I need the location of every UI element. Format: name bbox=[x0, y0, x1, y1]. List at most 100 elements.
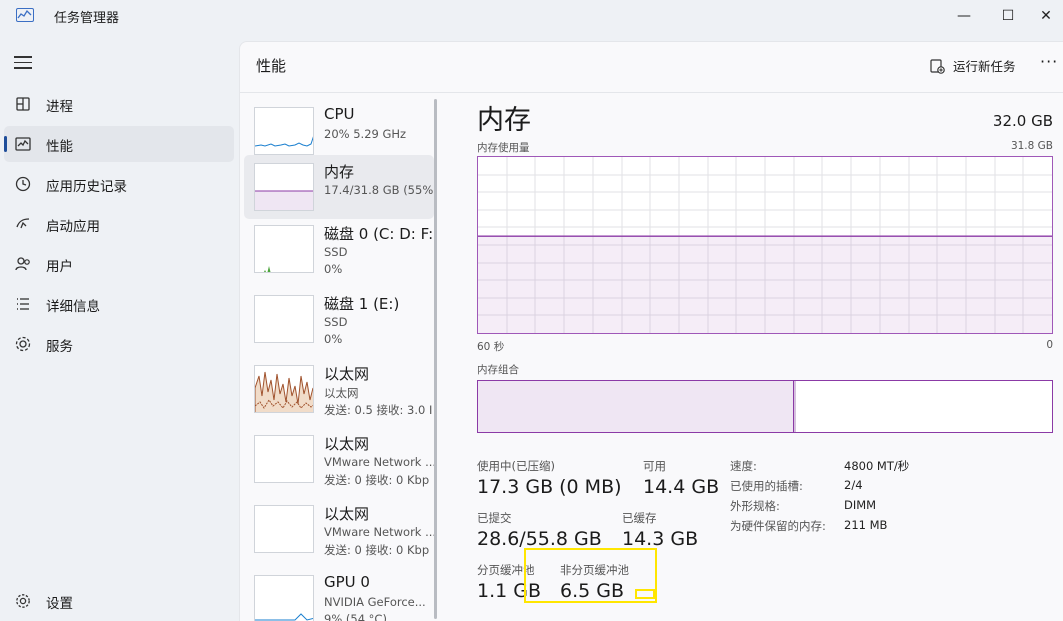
device-name: 以太网 bbox=[324, 435, 370, 453]
slots-label: 已使用的插槽: bbox=[730, 479, 803, 493]
device-name: 以太网 bbox=[324, 365, 370, 383]
nav-item-details[interactable]: 详细信息 bbox=[4, 286, 234, 322]
device-usage: 0% bbox=[324, 332, 343, 346]
memory-total: 32.0 GB bbox=[992, 112, 1053, 130]
speed-label: 速度: bbox=[730, 459, 757, 473]
ethernet-mini-graph bbox=[254, 505, 314, 553]
available-value: 14.4 GB bbox=[643, 476, 720, 498]
device-model: NVIDIA GeForce... bbox=[324, 595, 426, 609]
device-type: SSD bbox=[324, 315, 348, 329]
device-usage: 9% (54 °C) bbox=[324, 612, 387, 621]
device-ethernet-1[interactable]: 以太网 以太网 发送: 0.5 接收: 3.0 I bbox=[244, 357, 434, 421]
nav-label: 详细信息 bbox=[46, 299, 100, 315]
device-adapter: VMware Network ... bbox=[324, 525, 436, 539]
minimize-button[interactable]: — bbox=[941, 0, 987, 32]
nav-item-processes[interactable]: 进程 bbox=[4, 86, 234, 122]
nav-item-startup-apps[interactable]: 启动应用 bbox=[4, 206, 234, 242]
hamburger-menu-icon[interactable] bbox=[14, 56, 32, 70]
nav-label: 性能 bbox=[46, 139, 73, 155]
device-gpu-0[interactable]: GPU 0 NVIDIA GeForce... 9% (54 °C) bbox=[244, 567, 434, 621]
title-bar: 任务管理器 — ☐ ✕ bbox=[0, 0, 1063, 32]
device-name: GPU 0 bbox=[324, 573, 370, 591]
highlight-box-small bbox=[635, 589, 655, 599]
ethernet-mini-graph bbox=[254, 435, 314, 483]
gpu-mini-graph bbox=[254, 575, 314, 621]
slots-value: 2/4 bbox=[844, 478, 863, 492]
page-title: 性能 bbox=[256, 57, 287, 75]
nav-item-users[interactable]: 用户 bbox=[4, 246, 234, 282]
memory-usage-chart bbox=[478, 157, 1052, 333]
nav-label: 用户 bbox=[46, 259, 73, 275]
disk-0-mini-graph bbox=[254, 225, 314, 273]
run-new-task-label: 运行新任务 bbox=[953, 59, 1016, 74]
performance-icon bbox=[15, 137, 31, 151]
device-ethernet-2[interactable]: 以太网 VMware Network ... 发送: 0 接收: 0 Kbp bbox=[244, 427, 436, 491]
history-icon bbox=[15, 176, 31, 192]
nav-item-services[interactable]: 服务 bbox=[4, 326, 234, 362]
settings-label: 设置 bbox=[46, 596, 73, 612]
time-axis-start: 60 秒 bbox=[477, 341, 505, 353]
composition-in-use bbox=[478, 381, 794, 432]
device-ethernet-3[interactable]: 以太网 VMware Network ... 发送: 0 接收: 0 Kbp bbox=[244, 497, 436, 561]
detail-title: 内存 bbox=[477, 105, 531, 136]
device-usage: 0% bbox=[324, 262, 343, 276]
task-manager-icon bbox=[16, 8, 34, 22]
memory-usage-max: 31.8 GB bbox=[1010, 140, 1053, 152]
nav-label: 服务 bbox=[46, 339, 73, 355]
form-factor-label: 外形规格: bbox=[730, 499, 780, 513]
nav-item-app-history[interactable]: 应用历史记录 bbox=[4, 166, 234, 202]
new-task-icon bbox=[930, 58, 945, 74]
active-indicator bbox=[4, 136, 7, 152]
device-name: 磁盘 0 (C: D: F: bbox=[324, 225, 434, 243]
details-icon bbox=[17, 298, 29, 310]
close-button[interactable]: ✕ bbox=[1029, 0, 1063, 32]
processes-icon bbox=[16, 97, 30, 111]
memory-usage-area bbox=[478, 236, 1052, 333]
nav-item-performance[interactable]: 性能 bbox=[4, 126, 234, 162]
in-use-label: 使用中(已压缩) bbox=[477, 459, 555, 473]
committed-label: 已提交 bbox=[477, 511, 512, 525]
device-detail: 20% 5.29 GHz bbox=[324, 127, 407, 141]
app-title: 任务管理器 bbox=[54, 11, 120, 26]
device-list-scrollbar[interactable] bbox=[434, 99, 437, 619]
performance-panel: 性能 运行新任务 ··· CPU 20% 5.29 GHz 内存 17.4/31… bbox=[239, 41, 1063, 621]
nav-label: 进程 bbox=[46, 99, 73, 115]
device-throughput: 发送: 0.5 接收: 3.0 I bbox=[324, 403, 433, 417]
memory-composition-bar bbox=[477, 380, 1053, 433]
cpu-mini-graph bbox=[254, 107, 314, 155]
device-detail: 17.4/31.8 GB (55%) bbox=[324, 183, 436, 197]
time-axis-end: 0 bbox=[1046, 339, 1053, 351]
memory-usage-graph bbox=[477, 156, 1053, 334]
nav-label: 启动应用 bbox=[46, 219, 100, 235]
in-use-value: 17.3 GB (0 MB) bbox=[477, 476, 622, 498]
hardware-reserved-label: 为硬件保留的内存: bbox=[730, 519, 826, 533]
device-adapter: VMware Network ... bbox=[324, 455, 436, 469]
form-factor-value: DIMM bbox=[844, 498, 877, 512]
device-cpu[interactable]: CPU 20% 5.29 GHz bbox=[244, 99, 434, 163]
startup-icon bbox=[16, 218, 30, 229]
maximize-button[interactable]: ☐ bbox=[985, 0, 1031, 32]
ethernet-mini-graph bbox=[254, 365, 314, 413]
device-list: CPU 20% 5.29 GHz 内存 17.4/31.8 GB (55%) 磁… bbox=[240, 93, 446, 621]
gear-icon bbox=[16, 594, 30, 608]
available-label: 可用 bbox=[643, 459, 666, 473]
device-memory[interactable]: 内存 17.4/31.8 GB (55%) bbox=[244, 155, 436, 219]
device-throughput: 发送: 0 接收: 0 Kbp bbox=[324, 473, 430, 487]
device-name: 以太网 bbox=[324, 505, 370, 523]
device-adapter: 以太网 bbox=[324, 386, 359, 400]
nav-item-settings[interactable]: 设置 bbox=[4, 583, 234, 619]
disk-1-mini-graph bbox=[254, 295, 314, 343]
device-name: 磁盘 1 (E:) bbox=[324, 295, 400, 313]
more-options-button[interactable]: ··· bbox=[1040, 52, 1058, 71]
committed-value: 28.6/55.8 GB bbox=[477, 528, 602, 550]
memory-mini-graph bbox=[254, 163, 314, 211]
device-disk-0[interactable]: 磁盘 0 (C: D: F: SSD 0% bbox=[244, 217, 434, 281]
device-name: CPU bbox=[324, 105, 355, 123]
device-type: SSD bbox=[324, 245, 348, 259]
hardware-reserved-value: 211 MB bbox=[844, 518, 888, 532]
device-disk-1[interactable]: 磁盘 1 (E:) SSD 0% bbox=[244, 287, 434, 351]
nav-label: 应用历史记录 bbox=[46, 179, 127, 195]
run-new-task-button[interactable]: 运行新任务 bbox=[929, 56, 1016, 75]
users-icon bbox=[15, 257, 30, 271]
cached-value: 14.3 GB bbox=[622, 528, 699, 550]
